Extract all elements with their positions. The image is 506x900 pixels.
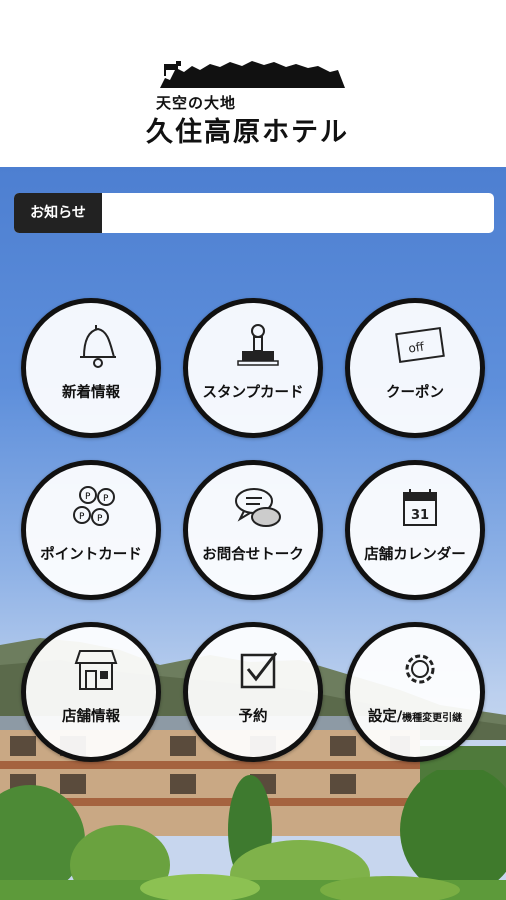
reservation-button[interactable]: 予約 [183,622,323,762]
mountain-silhouette-icon [160,61,345,88]
store-calendar-label: 店舗カレンダー [364,547,466,563]
hotel-name: 久住高原ホテル [146,117,349,148]
calendar-day: 31 [411,508,429,523]
svg-text:P: P [103,494,109,504]
store-icon [74,650,118,690]
coupon-icon: off [395,326,445,364]
chat-icon [235,488,281,527]
settings-sub-label: 機種変更引継 [402,713,463,724]
stamp-card-label: スタンプカード [202,385,304,401]
hotel-logo: 天空の大地 久住高原ホテル [140,58,365,148]
foreground-trees [0,770,506,900]
svg-text:P: P [85,492,91,502]
settings-main-label: 設定/ [367,709,403,725]
news-button[interactable]: 新着情報 [21,298,161,438]
svg-text:P: P [97,514,103,524]
bell-icon [80,325,116,368]
settings-label: 設定/機種変更引継 [350,705,480,726]
inquiry-talk-button[interactable]: お問合せトーク [183,460,323,600]
store-calendar-button[interactable]: 31 店舗カレンダー [345,460,485,600]
notice-bar[interactable]: お知らせ [14,193,494,233]
calendar-icon: 31 [403,489,437,526]
settings-button[interactable]: 設定/機種変更引継 [345,622,485,762]
news-label: 新着情報 [62,385,120,401]
inquiry-talk-label: お問合せトーク [202,547,304,563]
points-icon: P P P P [73,486,115,526]
checkbox-icon [240,652,278,689]
stamp-card-button[interactable]: スタンプカード [183,298,323,438]
point-card-button[interactable]: P P P P ポイントカード [21,460,161,600]
svg-text:P: P [79,512,85,522]
coupon-button[interactable]: off クーポン [345,298,485,438]
gear-icon [405,654,435,684]
svg-text:off: off [407,339,425,355]
coupon-label: クーポン [386,385,444,401]
notice-label: お知らせ [14,193,102,233]
reservation-label: 予約 [238,709,268,725]
point-card-label: ポイントカード [40,547,142,563]
store-info-button[interactable]: 店舗情報 [21,622,161,762]
stamp-icon [237,324,279,366]
store-info-label: 店舗情報 [62,709,120,725]
app-header: 天空の大地 久住高原ホテル [0,0,506,167]
